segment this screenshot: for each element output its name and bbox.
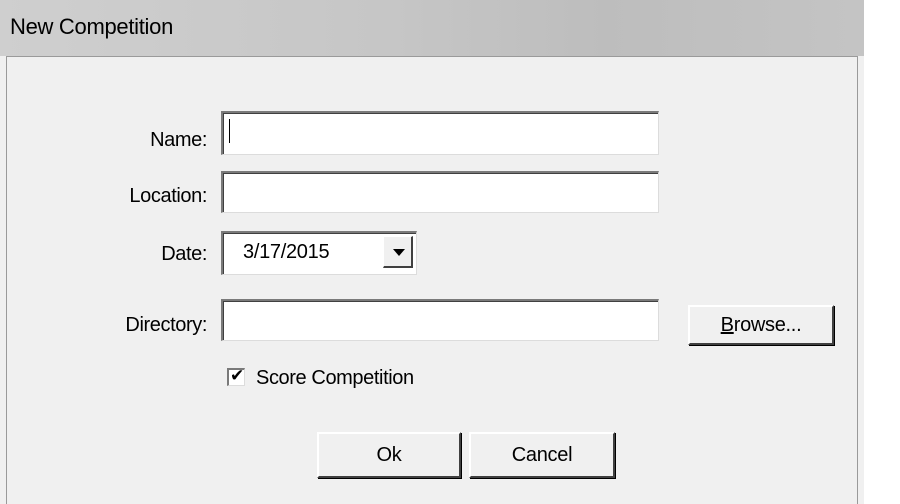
chevron-down-icon <box>393 249 405 256</box>
dialog-body: Name: Location: Date: 3/17/2015 Director… <box>6 56 858 504</box>
date-picker[interactable]: 3/17/2015 <box>221 231 417 275</box>
window-title: New Competition <box>10 14 174 39</box>
date-label: Date: <box>161 243 207 265</box>
cancel-button-label: Cancel <box>511 444 573 466</box>
new-competition-dialog: New Competition Name: Location: Date: 3/… <box>0 0 864 504</box>
browse-accelerator: B <box>720 314 734 336</box>
directory-input[interactable] <box>221 299 659 341</box>
checkmark-icon: ✔ <box>230 366 245 385</box>
location-input[interactable] <box>221 171 659 213</box>
name-label: Name: <box>150 129 207 151</box>
directory-label: Directory: <box>125 314 207 336</box>
score-competition-label[interactable]: Score Competition <box>256 367 414 390</box>
ok-button[interactable]: Ok <box>317 432 461 478</box>
name-input[interactable] <box>221 111 659 155</box>
text-caret <box>229 119 230 143</box>
browse-label: rowse... <box>733 314 802 336</box>
title-bar[interactable]: New Competition <box>0 0 864 56</box>
cancel-button[interactable]: Cancel <box>469 432 615 478</box>
ok-button-label: Ok <box>376 444 402 466</box>
date-value: 3/17/2015 <box>243 241 330 263</box>
date-dropdown-button[interactable] <box>383 236 413 268</box>
location-label: Location: <box>129 185 207 207</box>
score-competition-checkbox[interactable]: ✔ <box>227 366 245 386</box>
browse-button[interactable]: Browse... <box>688 305 834 345</box>
